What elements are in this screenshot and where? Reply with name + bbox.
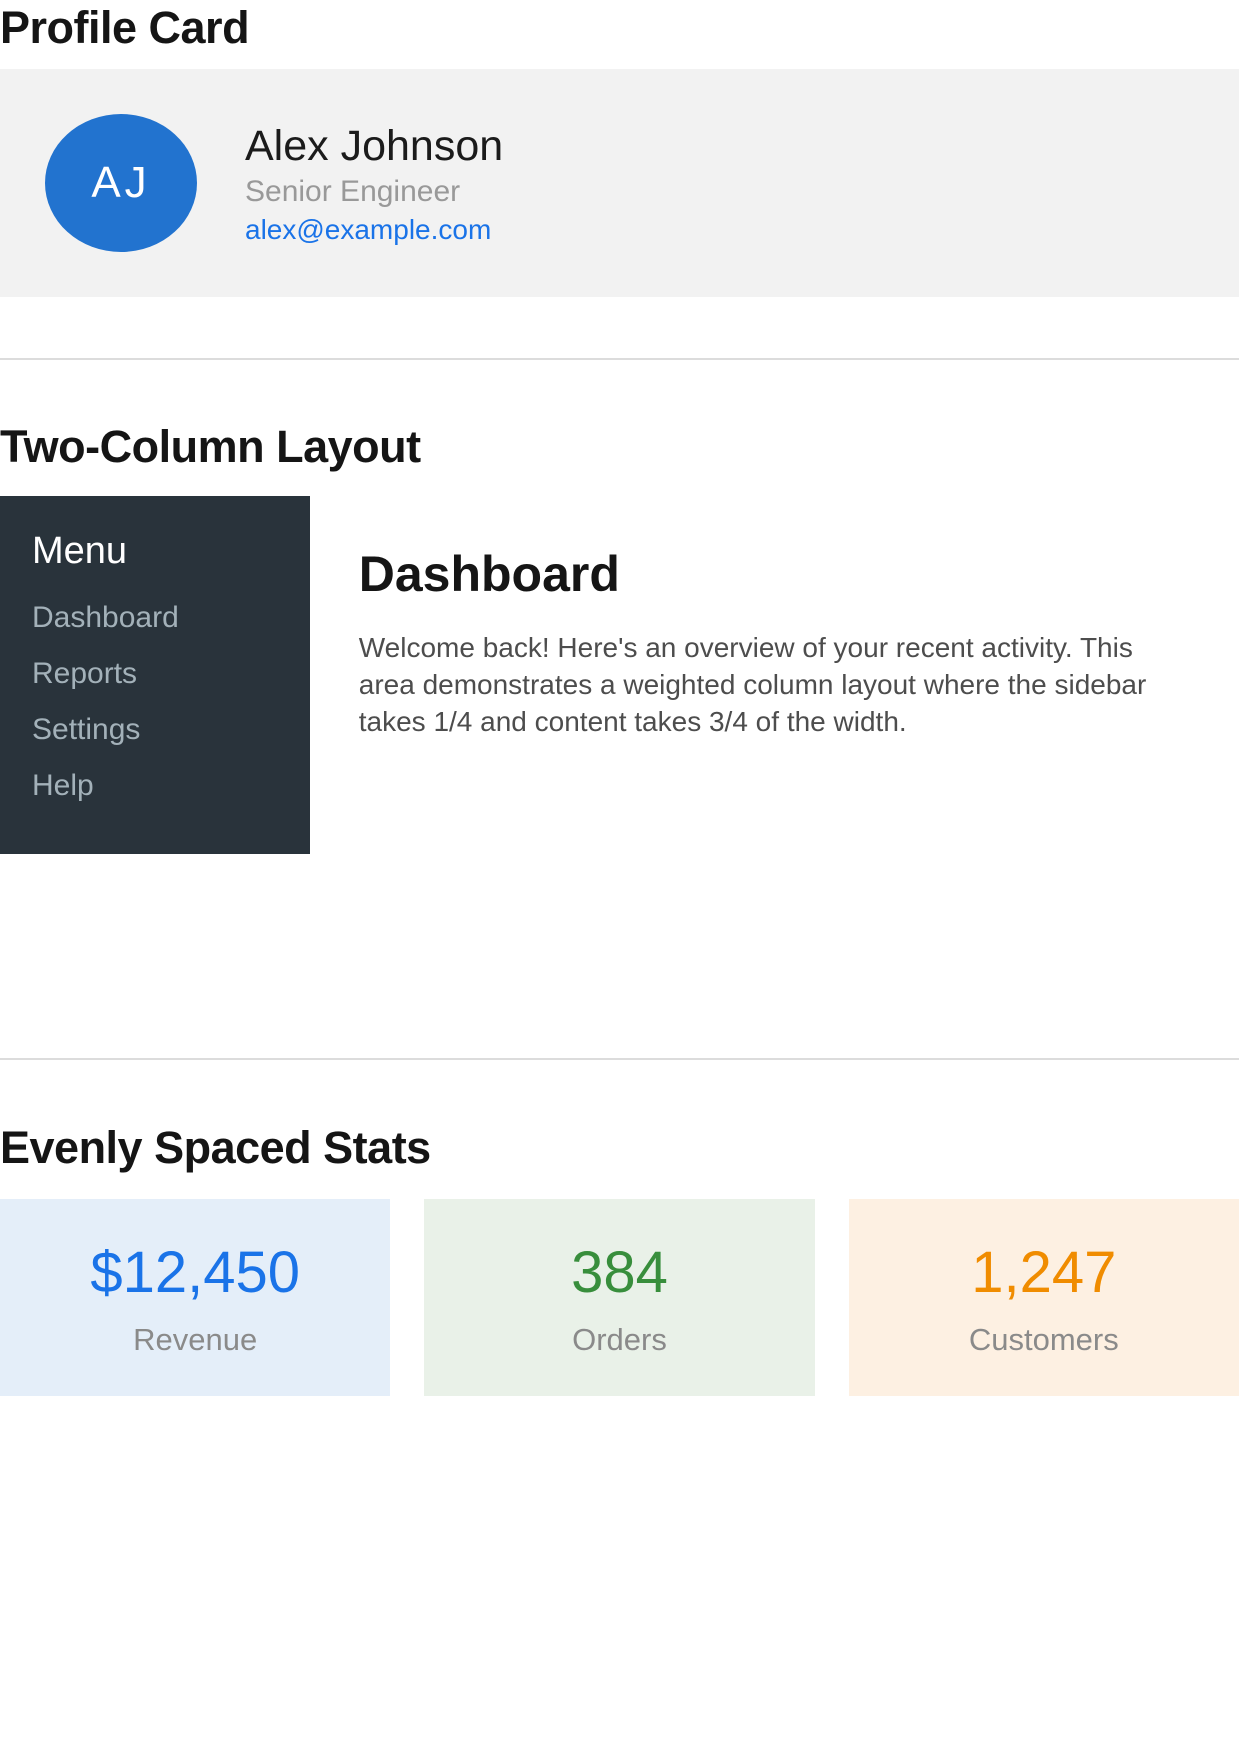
stat-label: Orders (572, 1322, 667, 1357)
stat-value: 1,247 (971, 1240, 1117, 1305)
sidebar-menu-title: Menu (32, 530, 128, 572)
content-area: Dashboard Welcome back! Here's an overvi… (310, 496, 1239, 854)
profile-section-heading: Profile Card (0, 2, 250, 53)
sidebar: Menu Dashboard Reports Settings Help (0, 496, 310, 854)
sidebar-item-reports[interactable]: Reports (32, 656, 278, 692)
stat-card-orders: 384 Orders (424, 1199, 815, 1396)
sidebar-item-settings[interactable]: Settings (32, 712, 278, 748)
profile-text-block: Alex Johnson Senior Engineer alex@exampl… (245, 122, 503, 245)
stats-section-heading: Evenly Spaced Stats (0, 1122, 431, 1173)
two-column-layout: Menu Dashboard Reports Settings Help Das… (0, 496, 1239, 854)
stat-label: Customers (968, 1322, 1119, 1357)
section-divider (0, 358, 1239, 360)
two-column-section-heading: Two-Column Layout (0, 421, 421, 472)
stats-row: $12,450 Revenue 384 Orders 1,247 Custome… (0, 1199, 1239, 1396)
content-body-text: Welcome back! Here's an overview of your… (358, 632, 1147, 737)
stat-value: 384 (571, 1240, 668, 1305)
sidebar-menu-list: Dashboard Reports Settings Help (32, 600, 278, 804)
profile-name: Alex Johnson (245, 121, 504, 170)
profile-job-title: Senior Engineer (245, 174, 461, 208)
sidebar-item-dashboard[interactable]: Dashboard (32, 600, 278, 636)
stat-card-revenue: $12,450 Revenue (0, 1199, 391, 1396)
avatar: AJ (45, 114, 197, 252)
section-divider (0, 1058, 1239, 1060)
stat-value: $12,450 (90, 1240, 300, 1305)
profile-card: AJ Alex Johnson Senior Engineer alex@exa… (0, 69, 1239, 297)
content-title: Dashboard (358, 546, 620, 602)
stat-label: Revenue (133, 1322, 258, 1357)
email-link[interactable]: alex@example.com (245, 214, 503, 245)
sidebar-item-help[interactable]: Help (32, 768, 278, 804)
stat-card-customers: 1,247 Customers (848, 1199, 1239, 1396)
